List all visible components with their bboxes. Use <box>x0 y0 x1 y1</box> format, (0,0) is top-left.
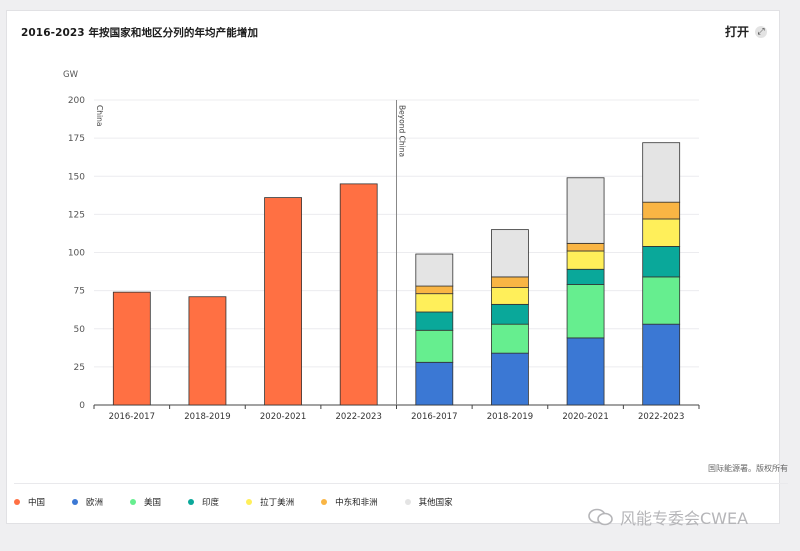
bar-segment <box>491 229 529 278</box>
bar-segment <box>566 337 605 406</box>
bar-segment <box>642 245 681 278</box>
y-tick-label: 175 <box>68 134 85 144</box>
legend-label: 其他国家 <box>418 498 453 508</box>
wechat-icon <box>588 508 614 526</box>
legend-label: 中东和非洲 <box>335 498 378 508</box>
legend-label: 中国 <box>28 498 46 508</box>
stacked-bar-chart: 0 25 50 75 100 125 150 175 200 GW China Beyond Chin… <box>63 70 700 422</box>
bar-segment <box>566 284 605 339</box>
bar-segment <box>415 253 454 287</box>
source-note: 国际能源署。版权所有 <box>708 464 788 473</box>
y-tick-label: 125 <box>68 210 85 220</box>
bar-segment <box>415 285 454 295</box>
legend: 中国 欧洲 美国 印度 拉丁美洲 中东和非洲 其他国家 <box>14 496 480 508</box>
legend-item: 欧洲 <box>72 496 103 508</box>
x-tick-label: 2018-2019 <box>184 412 230 422</box>
bar-segment <box>491 276 529 288</box>
y-tick-label: 50 <box>74 325 86 335</box>
y-tick-label: 75 <box>74 287 85 297</box>
legend-label: 美国 <box>144 498 162 508</box>
bar-segment <box>415 293 454 313</box>
legend-swatch <box>72 499 79 505</box>
y-tick-label: 0 <box>79 401 85 411</box>
bar-segment <box>491 352 529 406</box>
panel-label-beyond-china: Beyond China <box>398 105 407 157</box>
legend-item: 中东和非洲 <box>321 496 378 508</box>
bar-china <box>264 197 302 406</box>
bar-segment <box>566 242 605 252</box>
bar-china <box>112 291 151 406</box>
bar-segment <box>566 250 605 270</box>
x-tick-label: 2016-2017 <box>411 412 457 422</box>
y-axis-label: GW <box>63 70 79 80</box>
legend-swatch <box>130 499 137 505</box>
legend-item: 美国 <box>130 496 161 508</box>
x-tick-label: 2022-2023 <box>336 412 382 422</box>
panel-label-china: China <box>95 105 104 126</box>
bar-segment <box>415 361 454 406</box>
bar-segment <box>642 276 681 325</box>
legend-item: 印度 <box>188 496 219 508</box>
legend-swatch <box>188 499 195 505</box>
x-tick-label: 2022-2023 <box>638 412 684 422</box>
x-tick-label: 2020-2021 <box>260 412 306 422</box>
bar-segment <box>491 287 529 305</box>
legend-swatch <box>14 499 20 505</box>
bar-segment <box>491 323 529 354</box>
bar-china <box>188 296 227 406</box>
bar-segment <box>642 323 681 406</box>
bar-segment <box>566 268 605 285</box>
x-tick-label: 2020-2021 <box>562 412 608 422</box>
legend-swatch <box>246 499 253 505</box>
legend-swatch <box>404 499 411 505</box>
bar-segment <box>415 329 454 363</box>
watermark-text: 风能专委会CWEA <box>620 509 749 528</box>
legend-item: 其他国家 <box>404 496 453 508</box>
legend-label: 拉丁美洲 <box>260 498 295 508</box>
bar-china <box>339 183 378 406</box>
x-tick-label: 2016-2017 <box>109 412 155 422</box>
bar-segment <box>566 177 605 244</box>
bar-segment <box>642 142 681 203</box>
watermark: 风能专委会CWEA <box>588 505 748 529</box>
legend-item: 拉丁美洲 <box>246 496 294 508</box>
y-tick-label: 200 <box>68 96 85 106</box>
y-tick-label: 100 <box>68 249 85 259</box>
bar-segment <box>415 311 454 331</box>
legend-swatch <box>321 499 328 505</box>
y-tick-label: 25 <box>74 363 85 373</box>
y-tick-label: 150 <box>68 172 85 182</box>
x-tick-label: 2018-2019 <box>487 412 533 422</box>
legend-label: 印度 <box>202 498 220 508</box>
bar-segment <box>642 218 681 247</box>
bar-segment <box>491 303 529 325</box>
legend-item: 中国 <box>14 496 45 508</box>
bar-segment <box>642 201 681 220</box>
legend-label: 欧洲 <box>86 498 104 508</box>
legend-divider <box>14 483 788 484</box>
